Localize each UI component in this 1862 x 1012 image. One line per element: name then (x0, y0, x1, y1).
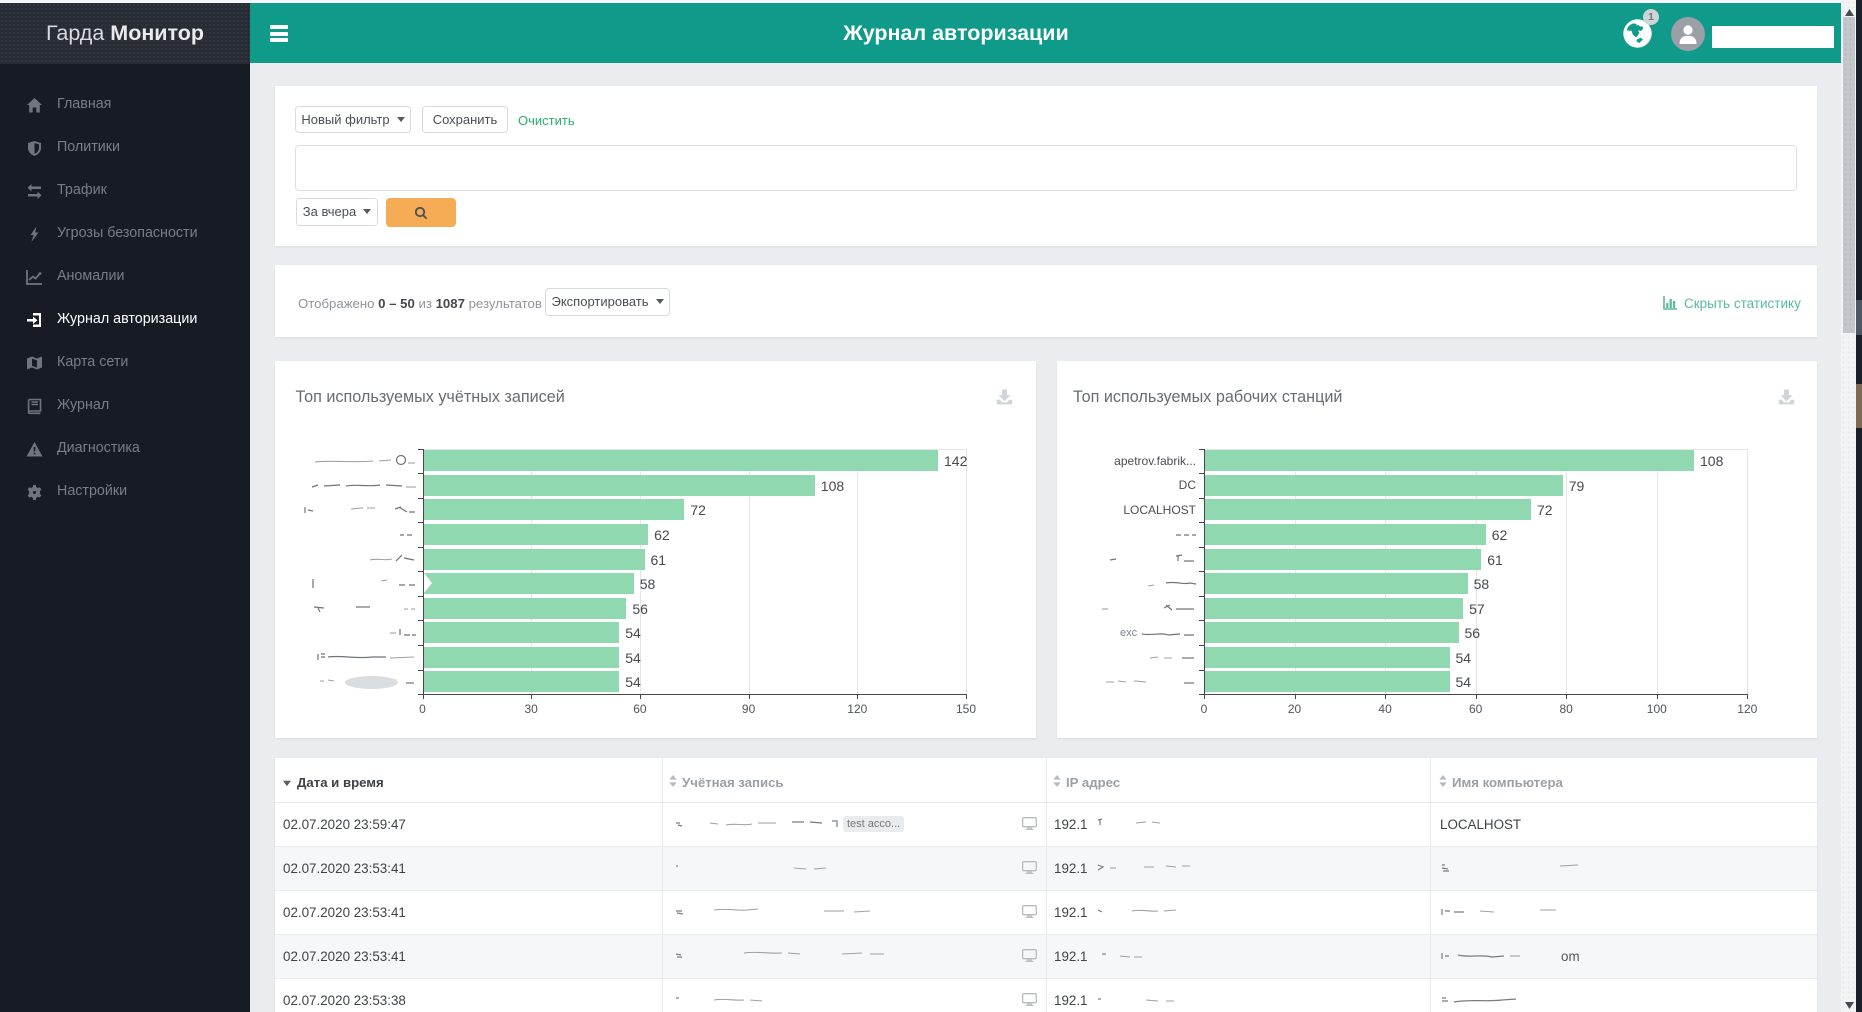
svg-text:exc: exc (1120, 627, 1138, 639)
